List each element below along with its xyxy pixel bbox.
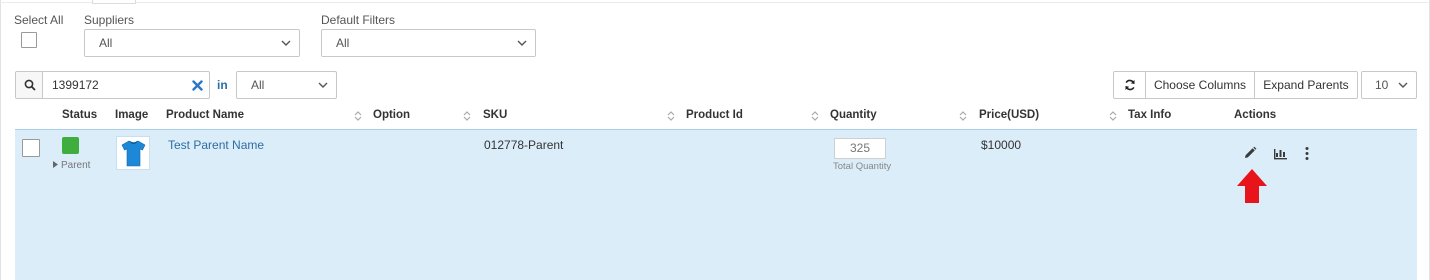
header-tax-info[interactable]: Tax Info — [1128, 109, 1171, 121]
header-status[interactable]: Status — [62, 109, 97, 121]
refresh-button[interactable] — [1113, 71, 1146, 99]
clear-icon[interactable] — [192, 80, 203, 91]
price-value: $10000 — [981, 138, 1022, 152]
caret-right-icon[interactable] — [53, 161, 58, 168]
page-size-select[interactable]: 10 — [1361, 71, 1417, 99]
refresh-icon — [1125, 79, 1135, 91]
select-all-checkbox[interactable] — [21, 32, 37, 48]
chevron-down-icon — [318, 82, 328, 88]
sku-value: 012778-Parent — [484, 138, 564, 152]
chart-icon[interactable] — [1273, 147, 1288, 160]
search-box: 1399172 — [15, 71, 210, 99]
default-filters-label: Default Filters — [321, 13, 396, 27]
header-option[interactable]: Option — [373, 109, 410, 121]
chevron-down-icon — [517, 40, 527, 46]
header-price[interactable]: Price(USD) — [979, 109, 1039, 121]
annotation-arrow-icon — [1237, 169, 1267, 203]
search-button[interactable] — [16, 72, 43, 98]
header-sku[interactable]: SKU — [483, 109, 507, 121]
search-scope-value: All — [251, 78, 265, 92]
header-image[interactable]: Image — [115, 109, 148, 121]
sort-icon[interactable] — [958, 110, 968, 122]
suppliers-select[interactable]: All — [84, 29, 300, 57]
suppliers-label: Suppliers — [84, 13, 135, 27]
status-badge — [62, 137, 79, 154]
search-input[interactable]: 1399172 — [52, 78, 99, 92]
select-all-label: Select All — [14, 13, 64, 27]
sort-icon[interactable] — [810, 110, 820, 122]
search-scope-select[interactable]: All — [236, 71, 337, 99]
search-in-label: in — [217, 78, 228, 92]
sort-icon[interactable] — [666, 110, 676, 122]
header-product-id[interactable]: Product Id — [686, 109, 743, 121]
suppliers-select-value: All — [99, 36, 113, 50]
row-type-label: Parent — [61, 160, 91, 171]
edit-icon[interactable] — [1243, 146, 1257, 160]
product-image[interactable] — [116, 136, 150, 170]
sort-icon[interactable] — [462, 110, 472, 122]
choose-columns-button[interactable]: Choose Columns — [1145, 71, 1255, 99]
header-actions: Actions — [1234, 109, 1277, 121]
chevron-down-icon — [1398, 82, 1408, 88]
expand-parents-button[interactable]: Expand Parents — [1254, 71, 1358, 99]
top-tab[interactable] — [92, 0, 136, 4]
page-size-value: 10 — [1375, 78, 1389, 92]
product-name-link[interactable]: Test Parent Name — [168, 138, 264, 152]
sort-icon[interactable] — [353, 110, 363, 122]
default-filters-select[interactable]: All — [321, 29, 536, 57]
top-divider — [0, 0, 1430, 3]
quantity-field[interactable]: 325 — [834, 138, 886, 159]
search-icon — [24, 79, 36, 91]
more-options-icon[interactable] — [1304, 146, 1310, 161]
header-quantity[interactable]: Quantity — [830, 109, 877, 121]
sort-icon[interactable] — [1108, 110, 1118, 122]
chevron-down-icon — [281, 40, 291, 46]
row-select-checkbox[interactable] — [22, 139, 40, 157]
header-product-name[interactable]: Product Name — [166, 109, 244, 121]
tshirt-icon — [121, 140, 146, 167]
default-filters-select-value: All — [336, 36, 350, 50]
quantity-caption: Total Quantity — [833, 161, 892, 172]
